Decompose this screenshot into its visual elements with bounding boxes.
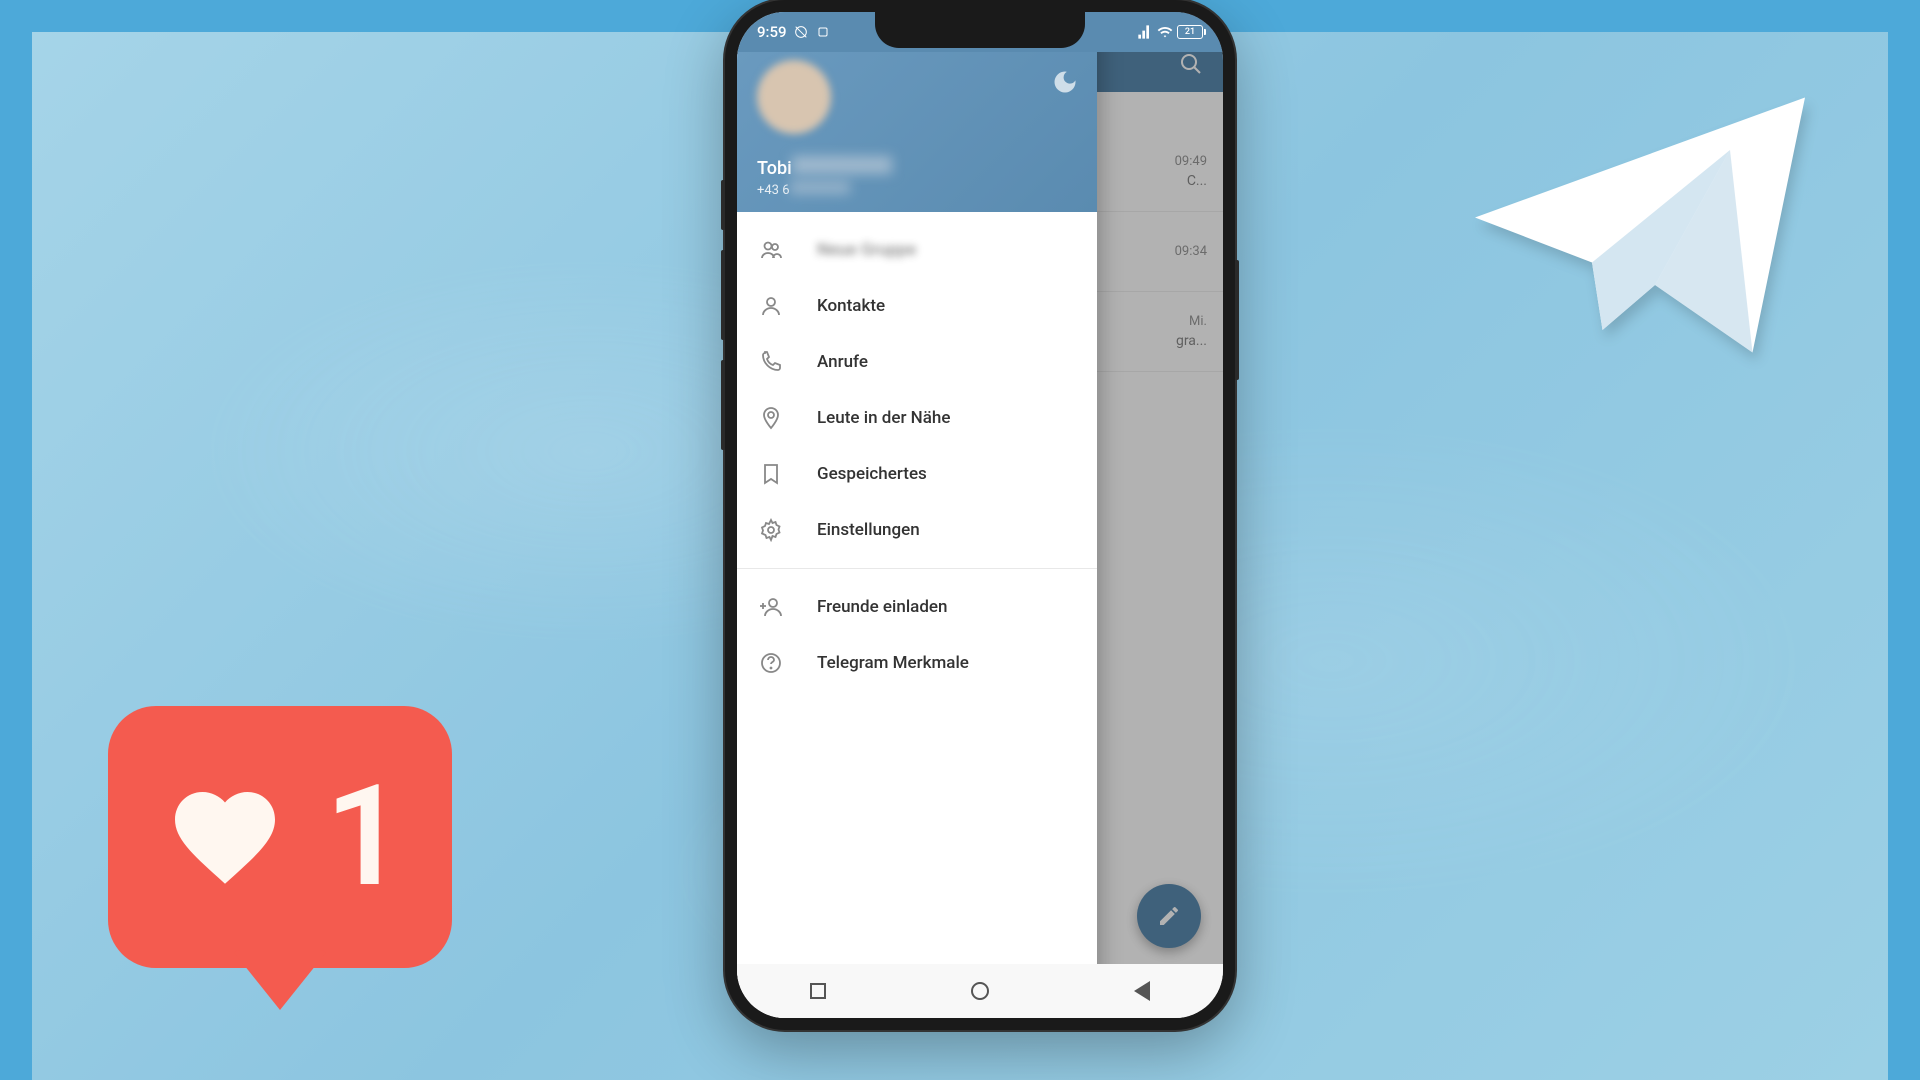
menu-saved[interactable]: Gespeichertes <box>737 446 1097 502</box>
volume-down-button <box>721 360 725 450</box>
pencil-icon <box>1157 904 1181 928</box>
phone-screen: 09:49 C... 09:34 Mi. gra... <box>737 12 1223 1018</box>
theme-toggle-icon[interactable] <box>1051 68 1079 96</box>
notification-icon <box>815 24 831 40</box>
menu-label: Gespeichertes <box>817 464 927 484</box>
side-button <box>721 180 725 230</box>
chat-time: 09:34 <box>1175 244 1207 259</box>
drawer-user-phone: +43 6 <box>757 181 1077 198</box>
menu-features[interactable]: Telegram Merkmale <box>737 635 1097 691</box>
user-avatar[interactable] <box>757 60 831 134</box>
menu-nearby[interactable]: Leute in der Nähe <box>737 390 1097 446</box>
person-icon <box>759 294 783 318</box>
menu-label: Leute in der Nähe <box>817 408 950 428</box>
android-nav-bar <box>737 964 1223 1018</box>
nav-home-button[interactable] <box>969 980 991 1002</box>
chat-preview: C... <box>1187 173 1207 189</box>
bookmark-icon <box>759 462 783 486</box>
telegram-logo-icon <box>1460 70 1820 380</box>
compose-fab[interactable] <box>1137 884 1201 948</box>
power-button <box>1235 260 1239 380</box>
menu-calls[interactable]: Anrufe <box>737 334 1097 390</box>
status-time: 9:59 <box>757 23 787 41</box>
drawer-user-name: Tobi <box>757 156 1077 179</box>
notch <box>875 12 1085 48</box>
phone-icon <box>759 350 783 374</box>
menu-label: Freunde einladen <box>817 597 947 617</box>
search-icon[interactable] <box>1179 52 1203 76</box>
phone-frame: 09:49 C... 09:34 Mi. gra... <box>725 0 1235 1030</box>
like-badge: 1 <box>108 706 452 968</box>
chat-time: 09:49 <box>1175 154 1207 169</box>
battery-icon: 21 <box>1177 25 1203 39</box>
nav-recent-button[interactable] <box>807 980 829 1002</box>
add-person-icon <box>759 595 783 619</box>
gear-icon <box>759 518 783 542</box>
menu-label: Anrufe <box>817 352 868 372</box>
navigation-drawer: Tobi +43 6 Neue Gruppe <box>737 12 1097 1018</box>
menu-divider <box>737 568 1097 569</box>
heart-icon <box>155 777 295 897</box>
menu-label: Telegram Merkmale <box>817 653 969 673</box>
nav-back-button[interactable] <box>1131 980 1153 1002</box>
like-count: 1 <box>325 755 405 919</box>
battery-level: 21 <box>1185 27 1195 37</box>
chat-preview: gra... <box>1176 333 1207 349</box>
menu-label: Einstellungen <box>817 520 920 540</box>
signal-icon <box>1137 24 1153 40</box>
menu-invite[interactable]: Freunde einladen <box>737 579 1097 635</box>
help-icon <box>759 651 783 675</box>
chat-time: Mi. <box>1189 314 1207 329</box>
menu-label: Kontakte <box>817 296 885 316</box>
menu-settings[interactable]: Einstellungen <box>737 502 1097 558</box>
group-icon <box>759 238 783 262</box>
menu-label: Neue Gruppe <box>817 240 916 260</box>
drawer-menu: Neue Gruppe Kontakte Anrufe <box>737 212 1097 701</box>
wifi-icon <box>1157 24 1173 40</box>
volume-up-button <box>721 250 725 340</box>
nearby-icon <box>759 406 783 430</box>
alarm-off-icon <box>793 24 809 40</box>
menu-new-group[interactable]: Neue Gruppe <box>737 222 1097 278</box>
menu-contacts[interactable]: Kontakte <box>737 278 1097 334</box>
